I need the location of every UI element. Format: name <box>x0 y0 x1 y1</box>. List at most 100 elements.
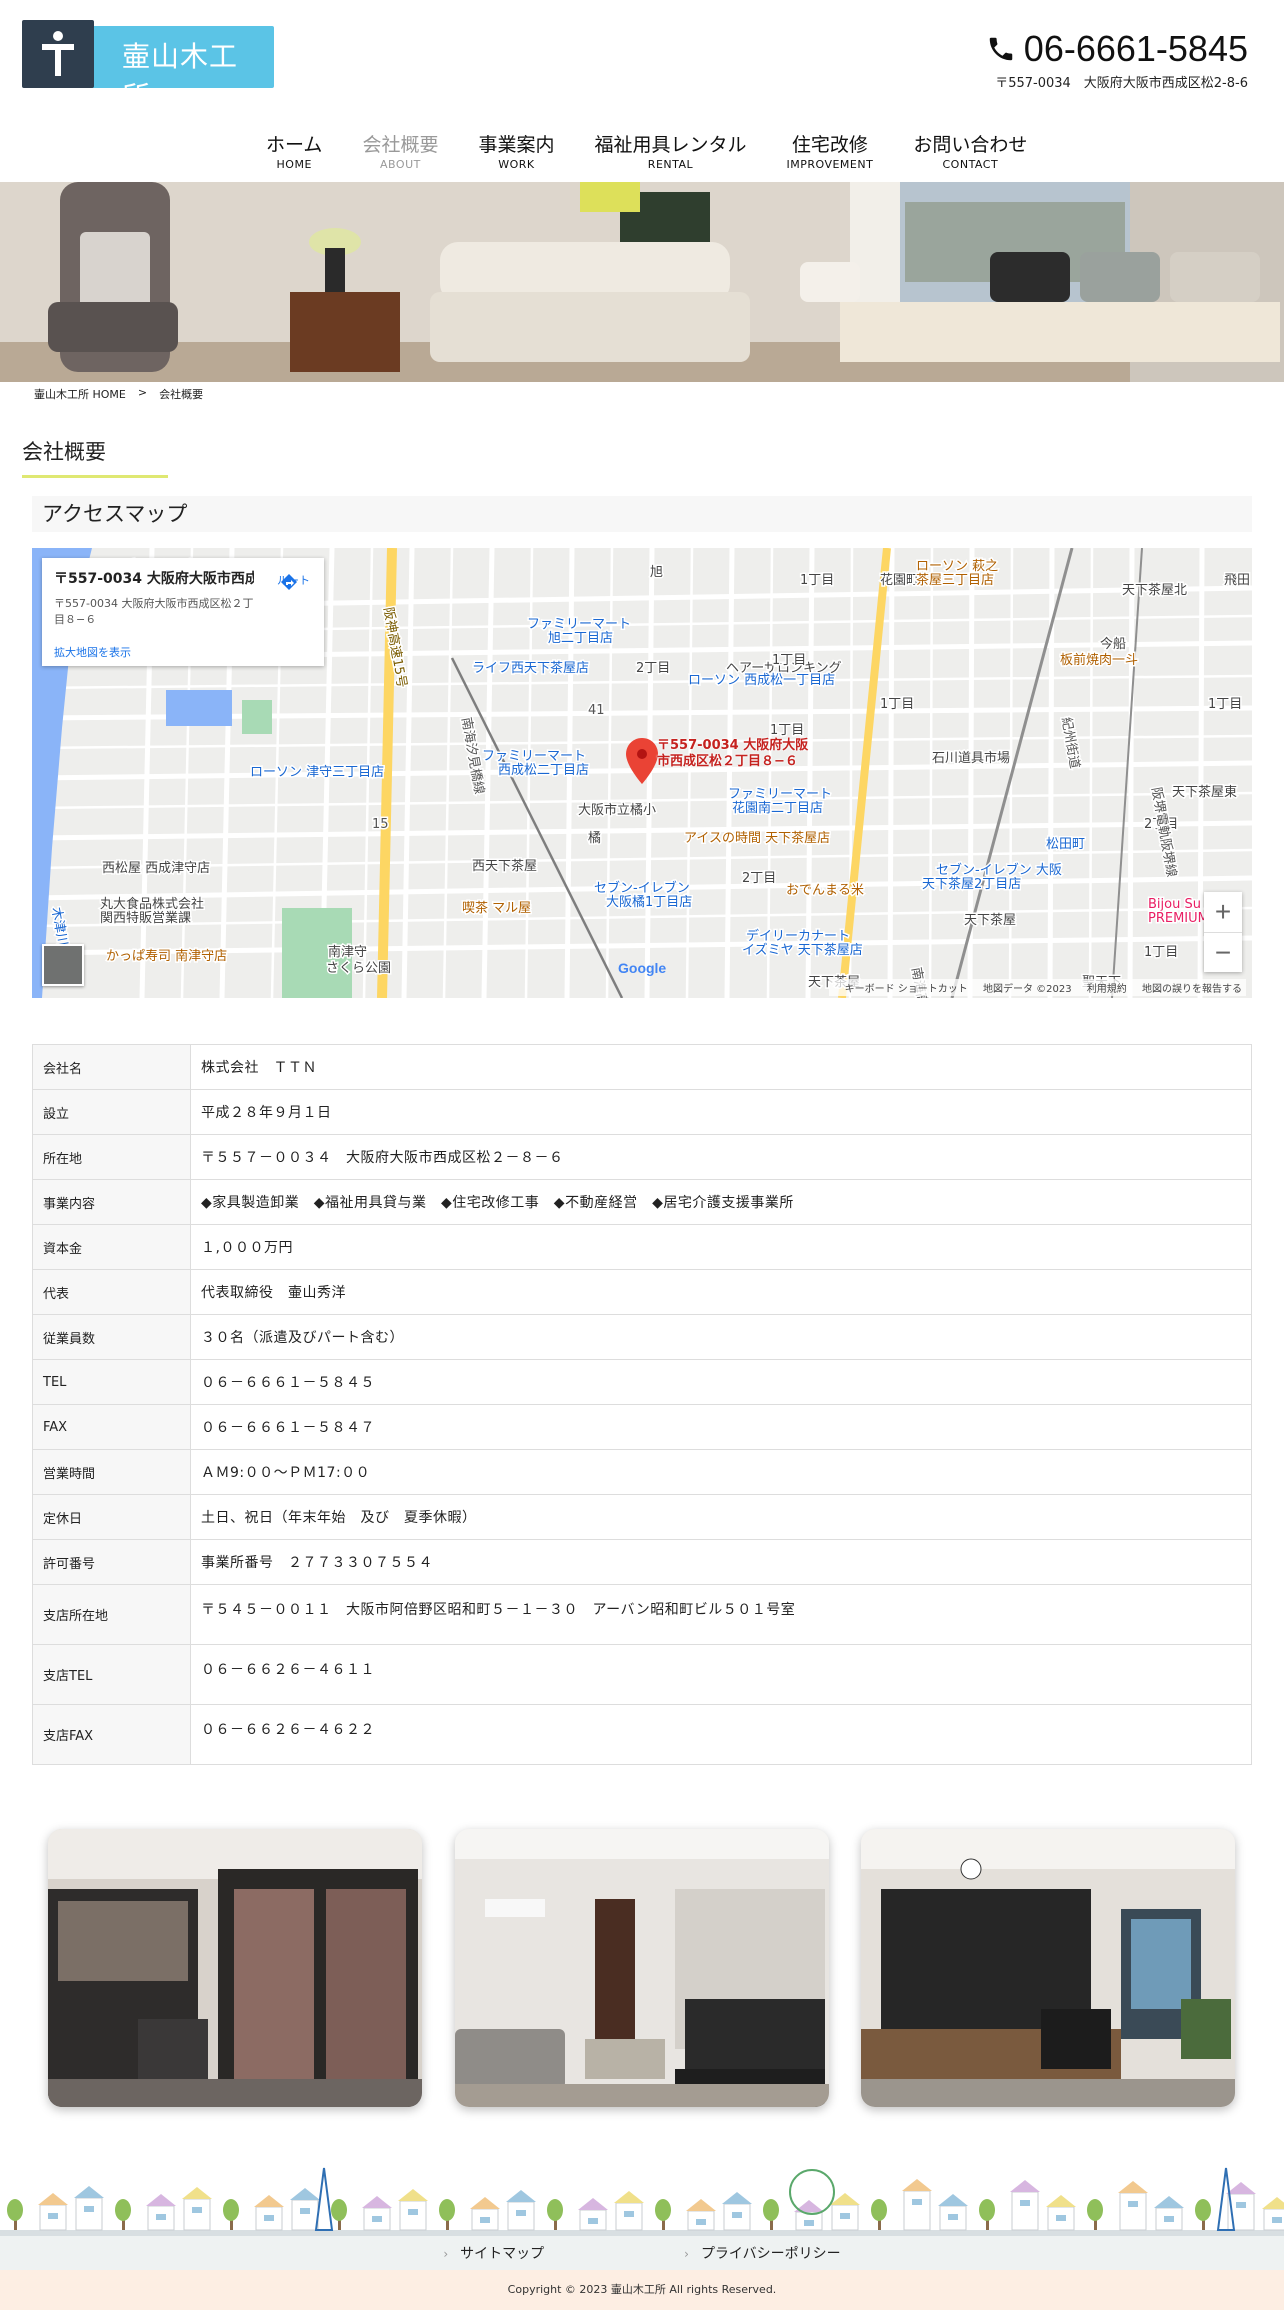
table-row-label: 設立 <box>32 1089 191 1135</box>
breadcrumb: 壷山木工所 HOME > 会社概要 <box>34 386 203 402</box>
map-place-label: ローソン 西成松一丁目店 <box>688 673 835 688</box>
table-row: 支店TEL ０６－６６２６－４６１１ <box>32 1644 1252 1705</box>
office-photo-entrance-image <box>48 1829 422 2107</box>
table-row-label: 許可番号 <box>32 1539 191 1585</box>
nav-label-jp: 事業案内 <box>478 134 555 156</box>
breadcrumb-home[interactable]: 壷山木工所 HOME <box>34 386 126 402</box>
footer-privacy-link[interactable]: プライバシーポリシー <box>684 2243 841 2263</box>
map-place-label: デイリーカナート <box>746 928 850 944</box>
page-title: 会社概要 <box>22 440 106 464</box>
map-place-label: 天下茶屋 <box>964 912 1016 928</box>
table-row-label: 従業員数 <box>32 1314 191 1360</box>
table-row-label: 営業時間 <box>32 1449 191 1495</box>
google-logo: Google <box>618 960 666 976</box>
map-terms-link[interactable]: 利用規約 <box>1087 984 1127 995</box>
header-address: 〒557-0034 大阪府大阪市西成区松2-8-6 <box>995 76 1248 91</box>
nav-label-jp: 福祉用具レンタル <box>594 134 747 156</box>
map-place-label: 茶屋三丁目店 <box>916 572 994 588</box>
map-place-label: 1丁目 <box>1208 697 1242 712</box>
map-place-label: 南津守 <box>328 944 367 960</box>
nav-label-en: CONTACT <box>942 158 999 171</box>
nav-label-jp: 会社概要 <box>362 134 439 156</box>
table-row-label: 支店TEL <box>32 1644 191 1705</box>
map-enlarge-link[interactable]: 拡大地図を表示 <box>54 644 131 660</box>
map-place-label: 天下茶屋東 <box>1172 784 1237 800</box>
map-place-label: セブン-イレブン <box>594 880 690 896</box>
map-place-label: 旭 <box>650 565 663 580</box>
nav-home[interactable]: ホーム HOME <box>246 132 342 182</box>
map-place-label: PREMIUM <box>1148 911 1209 926</box>
map-place-label: ファミリーマート <box>527 617 631 632</box>
table-row-label: 事業内容 <box>32 1179 191 1225</box>
map-place-label: 西成松二丁目店 <box>498 763 589 778</box>
map-park <box>242 700 272 734</box>
map-place-label: 松田町 <box>1046 837 1085 852</box>
site-logo[interactable]: 壷山木工所 <box>22 20 274 113</box>
phone-number[interactable]: 06-6661-5845 <box>986 28 1248 70</box>
table-row: 従業員数 ３０名（派遣及びパート含む） <box>32 1314 1252 1360</box>
map-place-label: 1丁目 <box>1144 945 1178 960</box>
table-row-label: FAX <box>32 1404 191 1450</box>
table-row: 所在地 〒５５７－００３４ 大阪府大阪市西成区松２－８－６ <box>32 1134 1252 1180</box>
zoom-out-button[interactable]: − <box>1204 932 1242 972</box>
map-place-label: 1丁目 <box>880 697 914 712</box>
nav-rental[interactable]: 福祉用具レンタル RENTAL <box>574 132 766 182</box>
office-photo-workspace <box>861 1829 1235 2107</box>
table-row-value: ０６－６６２６－４６１１ <box>190 1644 1252 1705</box>
map-place-label: 花園町 <box>880 572 919 588</box>
nav-work[interactable]: 事業案内 WORK <box>458 132 574 182</box>
table-row-value: 土日、祝日（年末年始 及び 夏季休暇） <box>190 1494 1252 1540</box>
table-row: 許可番号 事業所番号 ２７７３３０７５５４ <box>32 1539 1252 1585</box>
copyright: Copyright © 2023 壷山木工所 All rights Reserv… <box>0 2270 1284 2310</box>
zoom-in-button[interactable]: + <box>1204 892 1242 932</box>
table-row: 設立 平成２８年９月１日 <box>32 1089 1252 1135</box>
map-card-address: 〒557-0034 大阪府大阪市西成区松２丁目８−６ <box>54 597 254 626</box>
map-route-button[interactable]: ルート <box>277 572 310 590</box>
title-underline <box>22 475 168 478</box>
footer-sitemap-link[interactable]: サイトマップ <box>443 2243 544 2263</box>
logo-text: 壷山木工所 <box>122 40 239 113</box>
table-row: 資本金 １,０００万円 <box>32 1224 1252 1270</box>
google-map[interactable]: セブン-イレブン大阪旭2丁目店旭1丁目花園町ローソン 萩之茶屋三丁目店飛田天下茶… <box>32 548 1252 998</box>
office-photo-workspace-image <box>861 1829 1235 2107</box>
nav-label-jp: お問い合わせ <box>913 134 1028 156</box>
map-data-credit: 地図データ ©2023 <box>982 984 1072 995</box>
table-row-value: 株式会社 ＴＴＮ <box>190 1044 1252 1090</box>
table-row: 代表 代表取締役 壷山秀洋 <box>32 1269 1252 1315</box>
table-row-value: ３０名（派遣及びパート含む） <box>190 1314 1252 1360</box>
map-pond <box>166 690 232 726</box>
map-place-label: 関西特販営業課 <box>100 910 191 926</box>
table-row-label: 所在地 <box>32 1134 191 1180</box>
nav-contact[interactable]: お問い合わせ CONTACT <box>893 132 1047 182</box>
office-photo-lounge <box>455 1829 829 2107</box>
map-info-card: 〒557-0034 大阪府大阪市西成... 〒557-0034 大阪府大阪市西成… <box>42 558 324 666</box>
map-place-label: 1丁目 <box>800 573 834 588</box>
map-place-label: アイスの時間 天下茶屋店 <box>684 830 830 846</box>
map-satellite-toggle[interactable] <box>42 944 84 986</box>
map-place-label: セブン-イレブン 大阪 <box>936 862 1062 878</box>
table-row: 支店所在地 〒５４５－００１１ 大阪市阿倍野区昭和町５－１－３０ アーバン昭和町ビ… <box>32 1584 1252 1645</box>
company-info-table: 会社名 株式会社 ＴＴＮ 設立 平成２８年９月１日 所在地 〒５５７－００３４ 大阪府大阪… <box>32 1044 1252 1765</box>
map-place-label: 西天下茶屋 <box>472 858 537 874</box>
footer-links: サイトマップ プライバシーポリシー <box>0 2236 1284 2270</box>
map-place-label: 天下茶屋2丁目店 <box>922 876 1021 892</box>
nav-improvement[interactable]: 住宅改修 IMPROVEMENT <box>766 132 893 182</box>
nav-label-en: WORK <box>498 158 535 171</box>
table-row-value: ＡＭ9:００～ＰＭ17:００ <box>190 1449 1252 1495</box>
table-row: 定休日 土日、祝日（年末年始 及び 夏季休暇） <box>32 1494 1252 1540</box>
phone-text: 06-6661-5845 <box>1023 28 1248 69</box>
map-place-label: 1丁目 <box>772 653 806 668</box>
table-row-label: TEL <box>32 1359 191 1405</box>
map-report-link[interactable]: 地図の誤りを報告する <box>1142 984 1242 995</box>
map-place-label: 1丁目 <box>770 723 804 738</box>
table-row-value: １,０００万円 <box>190 1224 1252 1270</box>
map-place-label: 大阪市立橘小 <box>578 802 656 818</box>
section-heading-access-map: アクセスマップ <box>32 496 1252 532</box>
google-logo-text: Google <box>618 960 667 976</box>
map-place-label: ローソン 津守三丁目店 <box>250 765 384 780</box>
map-place-label: さくら公園 <box>326 961 391 976</box>
map-place-label: ライフ西天下茶屋店 <box>472 660 589 676</box>
table-row: TEL ０６－６６６１－５８４５ <box>32 1359 1252 1405</box>
nav-about[interactable]: 会社概要 ABOUT <box>342 132 458 182</box>
map-keyboard-shortcuts[interactable]: キーボード ショートカット <box>845 984 968 995</box>
